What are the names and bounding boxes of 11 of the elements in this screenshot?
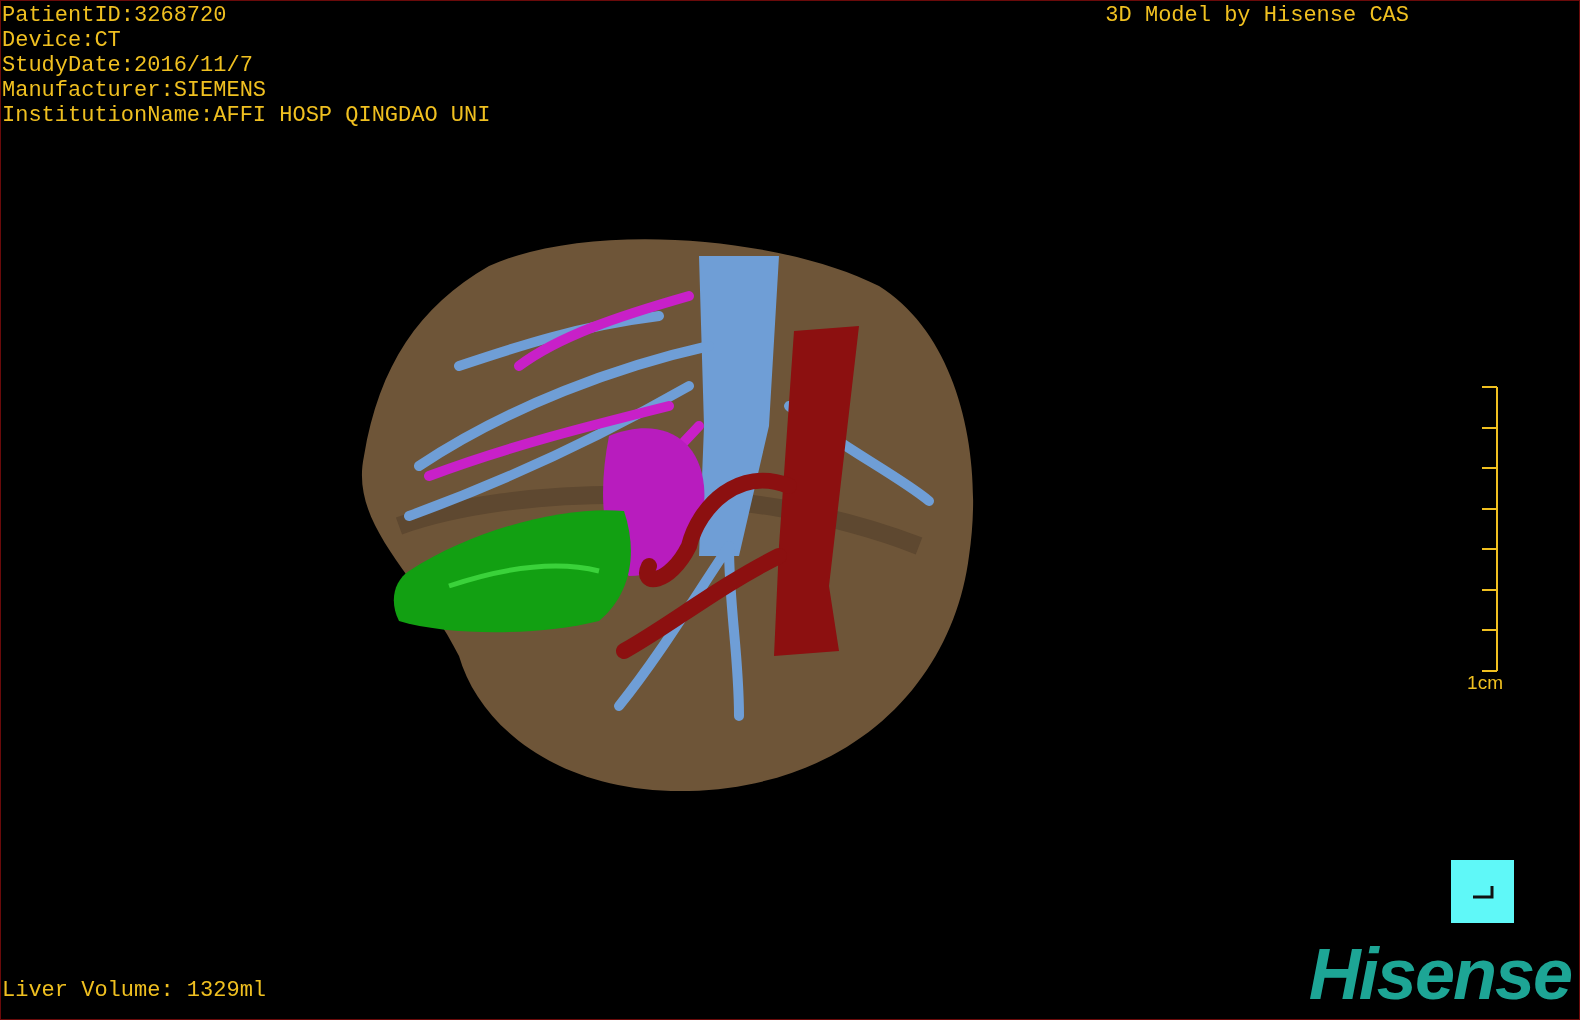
study-info-line: StudyDate:2016/11/7 bbox=[2, 53, 254, 78]
study-info-line: Device:CT bbox=[2, 28, 122, 53]
corner-button[interactable] bbox=[1451, 860, 1514, 923]
viewer-title: 3D Model by Hisense CAS bbox=[1105, 3, 1409, 30]
study-info-line: Manufacturer:SIEMENS bbox=[2, 78, 268, 103]
brand-logo: Hisense bbox=[1308, 939, 1572, 1009]
study-info-line: PatientID:3268720 bbox=[2, 3, 228, 28]
study-info-line: InstitutionName:AFFI HOSP QINGDAO UNI bbox=[2, 103, 491, 128]
liver-volume: Liver Volume: 1329ml bbox=[2, 978, 267, 1003]
corner-icon bbox=[1471, 884, 1494, 899]
scale-label: 1cm bbox=[1467, 672, 1503, 694]
